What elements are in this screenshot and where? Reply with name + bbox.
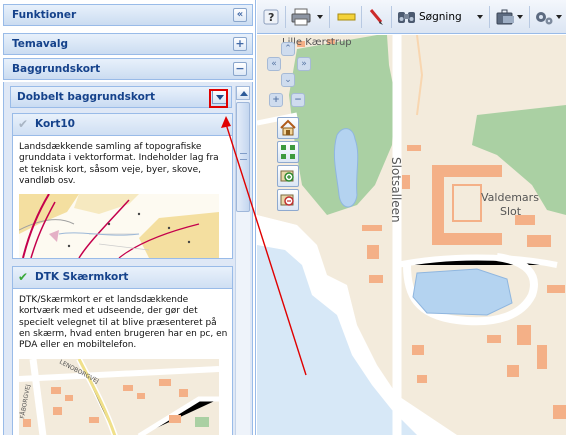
place-label: Valdemars [481, 191, 539, 204]
layers-button[interactable] [495, 7, 525, 27]
ruler-icon [337, 13, 356, 21]
briefcase-icon [496, 9, 514, 25]
funktioner-title: Funktioner [12, 9, 77, 21]
map-canvas[interactable]: Lille Kærstrup Slotsalleen Valdemars Slo… [257, 35, 566, 435]
temavalg-title: Temavalg [12, 38, 68, 50]
road-label: Slotsalleen [389, 157, 403, 223]
zoom-out-button[interactable]: − [291, 93, 305, 107]
plus-icon: + [272, 95, 280, 105]
search-label: Søgning [419, 11, 462, 23]
toolbar-separator [329, 6, 330, 28]
dobbelt-baggrundskort-header[interactable]: Dobbelt baggrundskort [10, 86, 232, 108]
zoom-out-map-icon [280, 194, 294, 206]
layer-list-scrollbar[interactable] [235, 86, 250, 435]
gear-icon [536, 12, 553, 25]
zoom-in-button[interactable]: + [269, 93, 283, 107]
settings-button[interactable] [533, 7, 563, 27]
chevron-up-icon: ⌃ [284, 44, 292, 54]
printer-icon [291, 8, 311, 26]
chevron-down-icon [517, 15, 523, 19]
layer-description: Landsdækkende samling af topografiske gr… [19, 142, 219, 186]
temavalg-header[interactable]: Temavalg + [3, 33, 253, 55]
zoom-extent-button[interactable] [277, 141, 299, 163]
scroll-up-button[interactable] [236, 86, 250, 100]
baggrundskort-header[interactable]: Baggrundskort − [3, 58, 253, 80]
collapse-baggrundskort-button[interactable]: − [233, 62, 247, 76]
toolbar-separator [489, 6, 490, 28]
chevron-down-icon [556, 15, 562, 19]
toolbar-separator [361, 6, 362, 28]
check-icon: ✔ [18, 270, 29, 284]
pan-left-button[interactable]: « [267, 57, 281, 71]
scroll-thumb[interactable] [236, 102, 250, 212]
annotation-highlight-box [209, 89, 228, 108]
layer-card-dtk-skaermkort[interactable]: ✔ DTK Skærmkort DTK/Skærmkort er et land… [12, 266, 233, 435]
place-label: Slot [500, 205, 522, 218]
chevron-down-icon [477, 15, 483, 19]
kort10-thumbnail [19, 194, 219, 258]
zoom-in-map-icon [280, 170, 294, 182]
left-panel: Funktioner « Temavalg + Baggrundskort − … [0, 0, 256, 435]
expand-temavalg-button[interactable]: + [233, 37, 247, 51]
home-button[interactable] [277, 117, 299, 139]
minus-icon: − [294, 95, 302, 105]
home-icon [280, 119, 296, 136]
toolbar-separator [391, 6, 392, 28]
zoom-box-out-button[interactable] [277, 189, 299, 211]
funktioner-header[interactable]: Funktioner « [3, 4, 253, 26]
baggrundskort-body: Dobbelt baggrundskort ✔ Kort10 Landsdækk… [3, 82, 253, 435]
pan-up-button[interactable]: ⌃ [281, 42, 295, 56]
layer-name: Kort10 [35, 118, 75, 130]
zoom-box-in-button[interactable] [277, 165, 299, 187]
map-toolbar: ? Søgning [257, 0, 566, 34]
layer-description: DTK/Skærmkort er et landsdækkende kortvæ… [19, 295, 228, 351]
help-button[interactable]: ? [263, 7, 281, 27]
extent-icon [281, 145, 295, 159]
chevron-down-icon: ⌄ [284, 75, 292, 85]
chevron-left-icon: « [271, 59, 277, 69]
toolbar-separator [285, 6, 286, 28]
help-glyph: ? [268, 11, 274, 24]
dtk-thumbnail: FÅBORGVEJ LENOBORGVEJ [19, 359, 219, 435]
search-button[interactable]: Søgning [397, 7, 483, 27]
collapse-panel-button[interactable]: « [233, 8, 247, 22]
layer-card-header[interactable]: ✔ Kort10 [13, 114, 232, 136]
draw-button[interactable] [367, 7, 387, 27]
layer-name: DTK Skærmkort [35, 271, 129, 283]
baggrundskort-title: Baggrundskort [12, 63, 101, 75]
arrow-up-icon [240, 91, 248, 96]
pan-right-button[interactable]: » [297, 57, 311, 71]
dobbelt-baggrundskort-title: Dobbelt baggrundskort [17, 91, 155, 103]
pan-down-button[interactable]: ⌄ [281, 73, 295, 87]
toolbar-separator [529, 6, 530, 28]
print-button[interactable] [291, 7, 325, 27]
layer-card-header[interactable]: ✔ DTK Skærmkort [13, 267, 232, 289]
check-icon: ✔ [18, 117, 29, 131]
chevron-down-icon [317, 15, 323, 19]
help-icon: ? [263, 9, 279, 25]
pencil-icon [369, 9, 383, 25]
chevron-right-icon: » [301, 59, 307, 69]
layer-card-kort10[interactable]: ✔ Kort10 Landsdækkende samling af topogr… [12, 113, 233, 259]
grip-icon [240, 153, 247, 160]
binoculars-icon [398, 12, 415, 23]
measure-button[interactable] [337, 7, 357, 27]
